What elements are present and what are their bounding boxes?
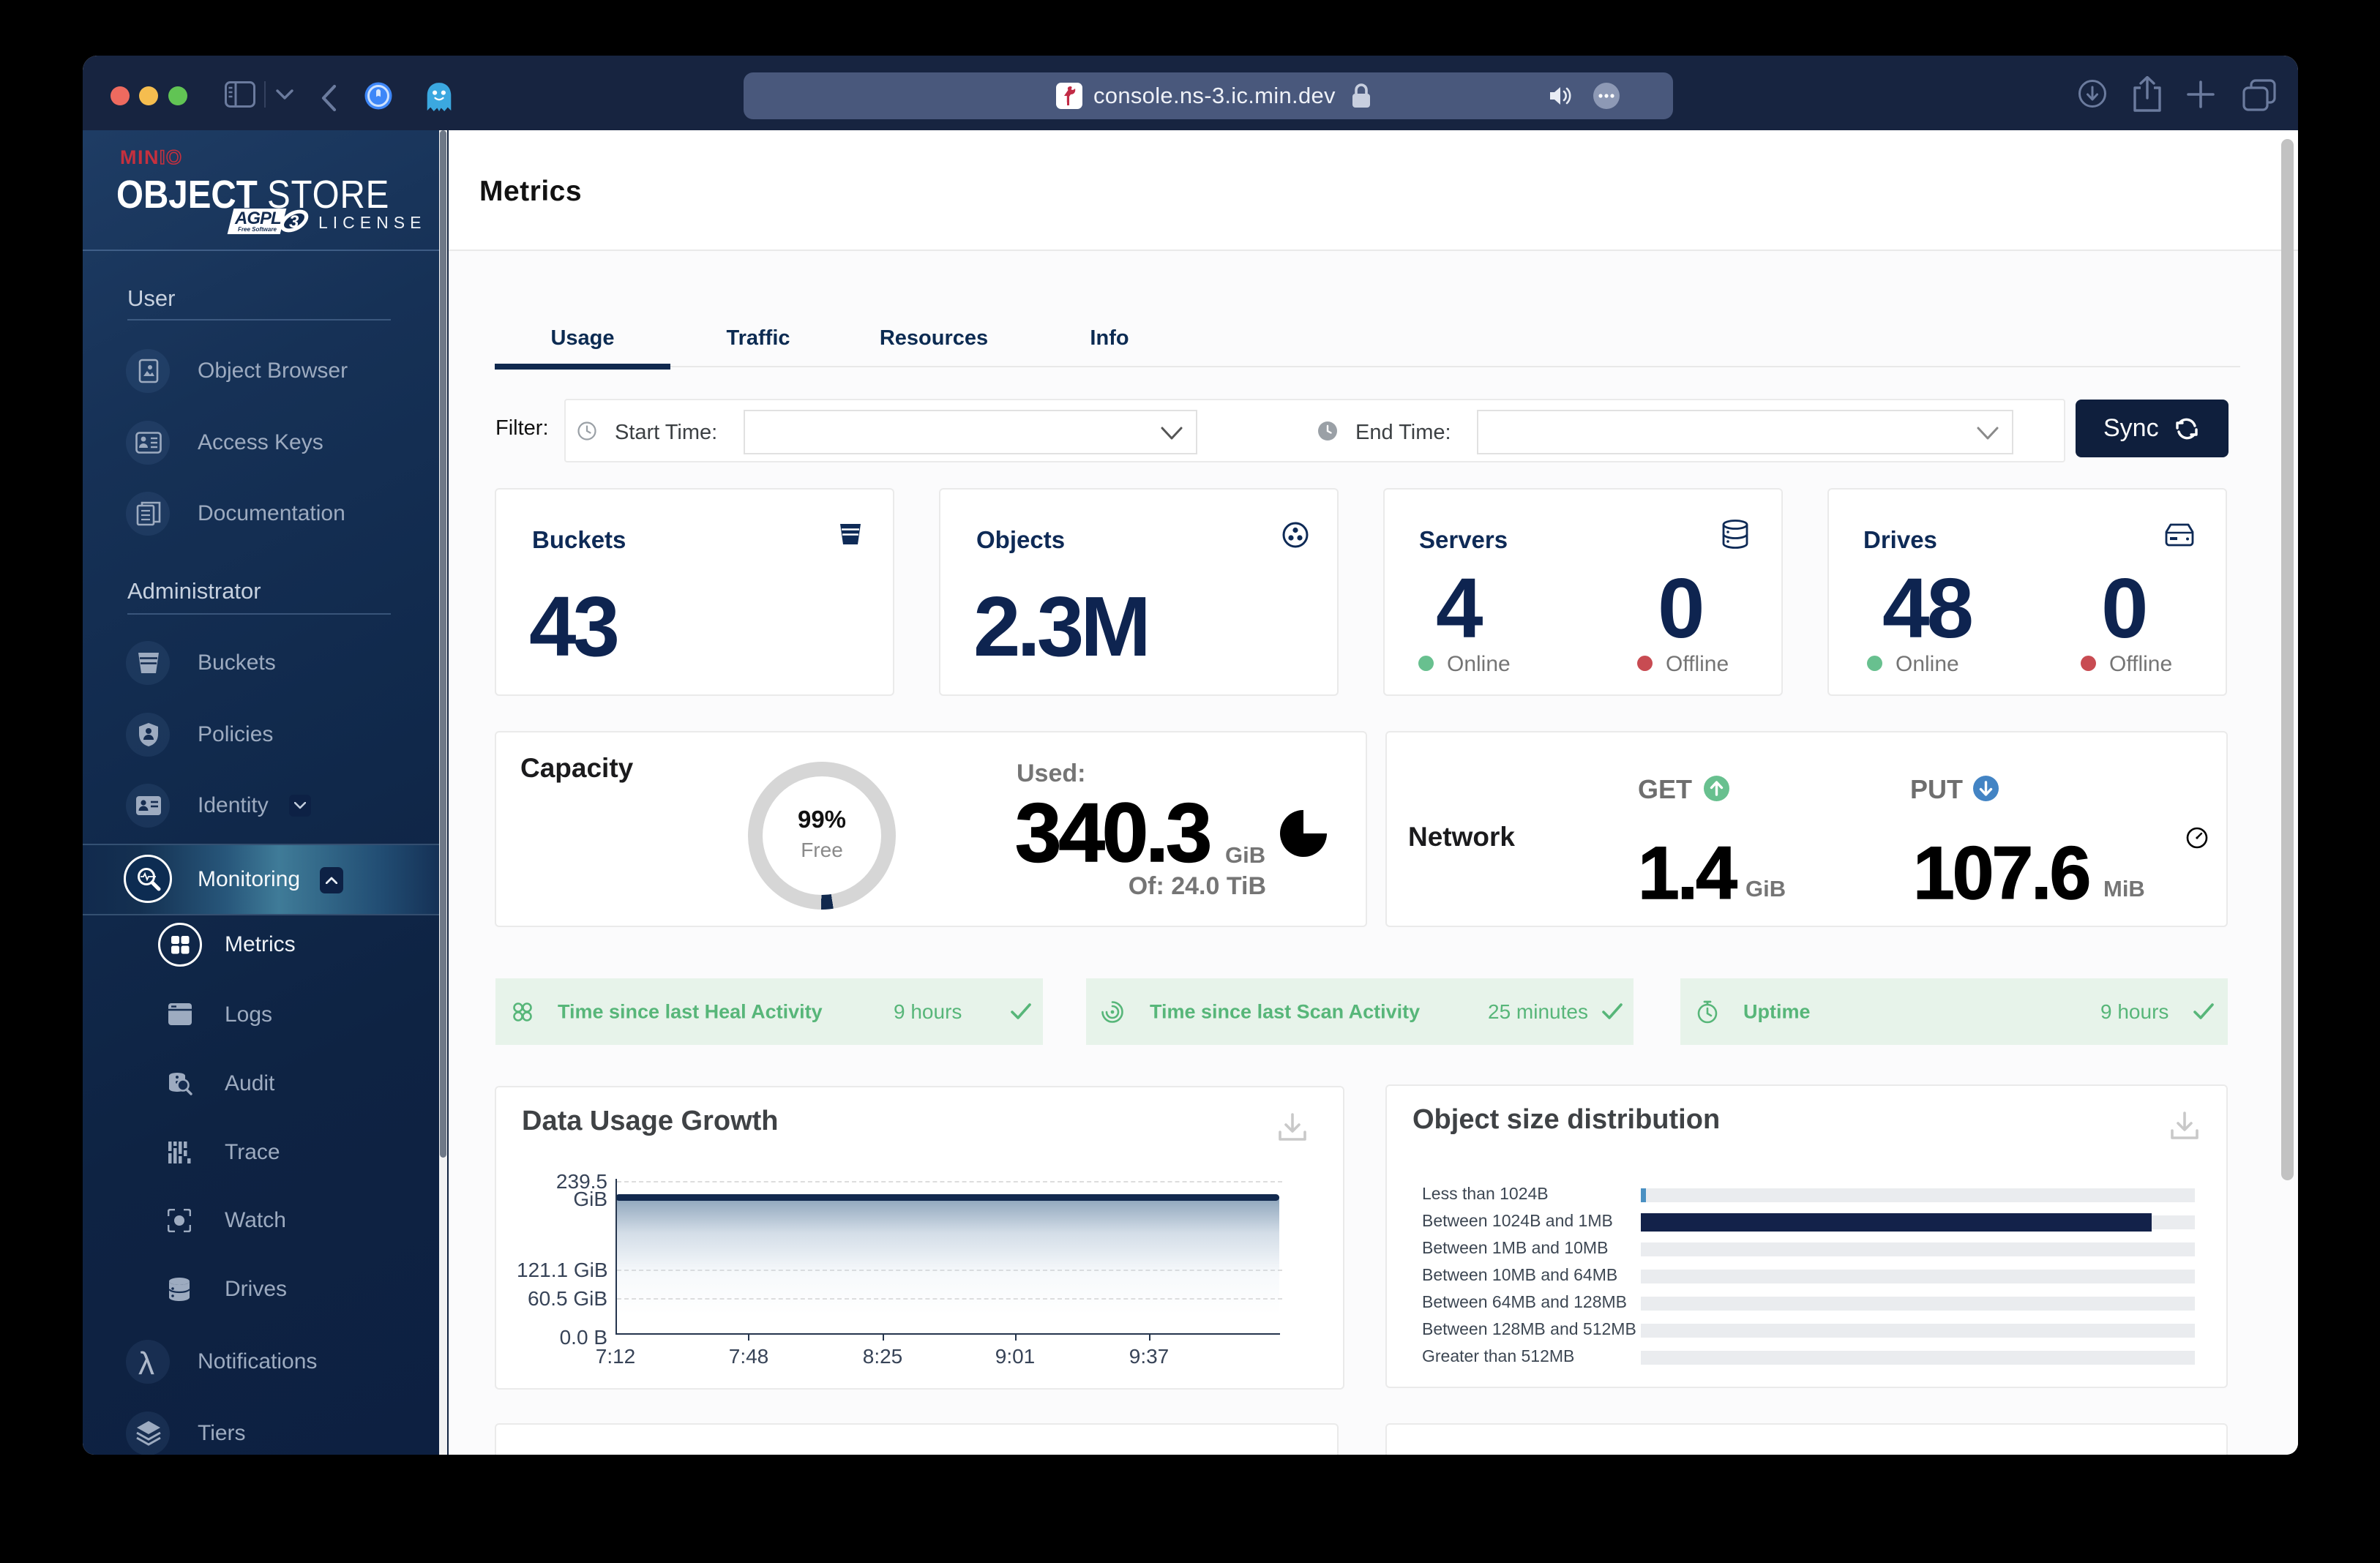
svg-text:3: 3 <box>289 212 299 232</box>
